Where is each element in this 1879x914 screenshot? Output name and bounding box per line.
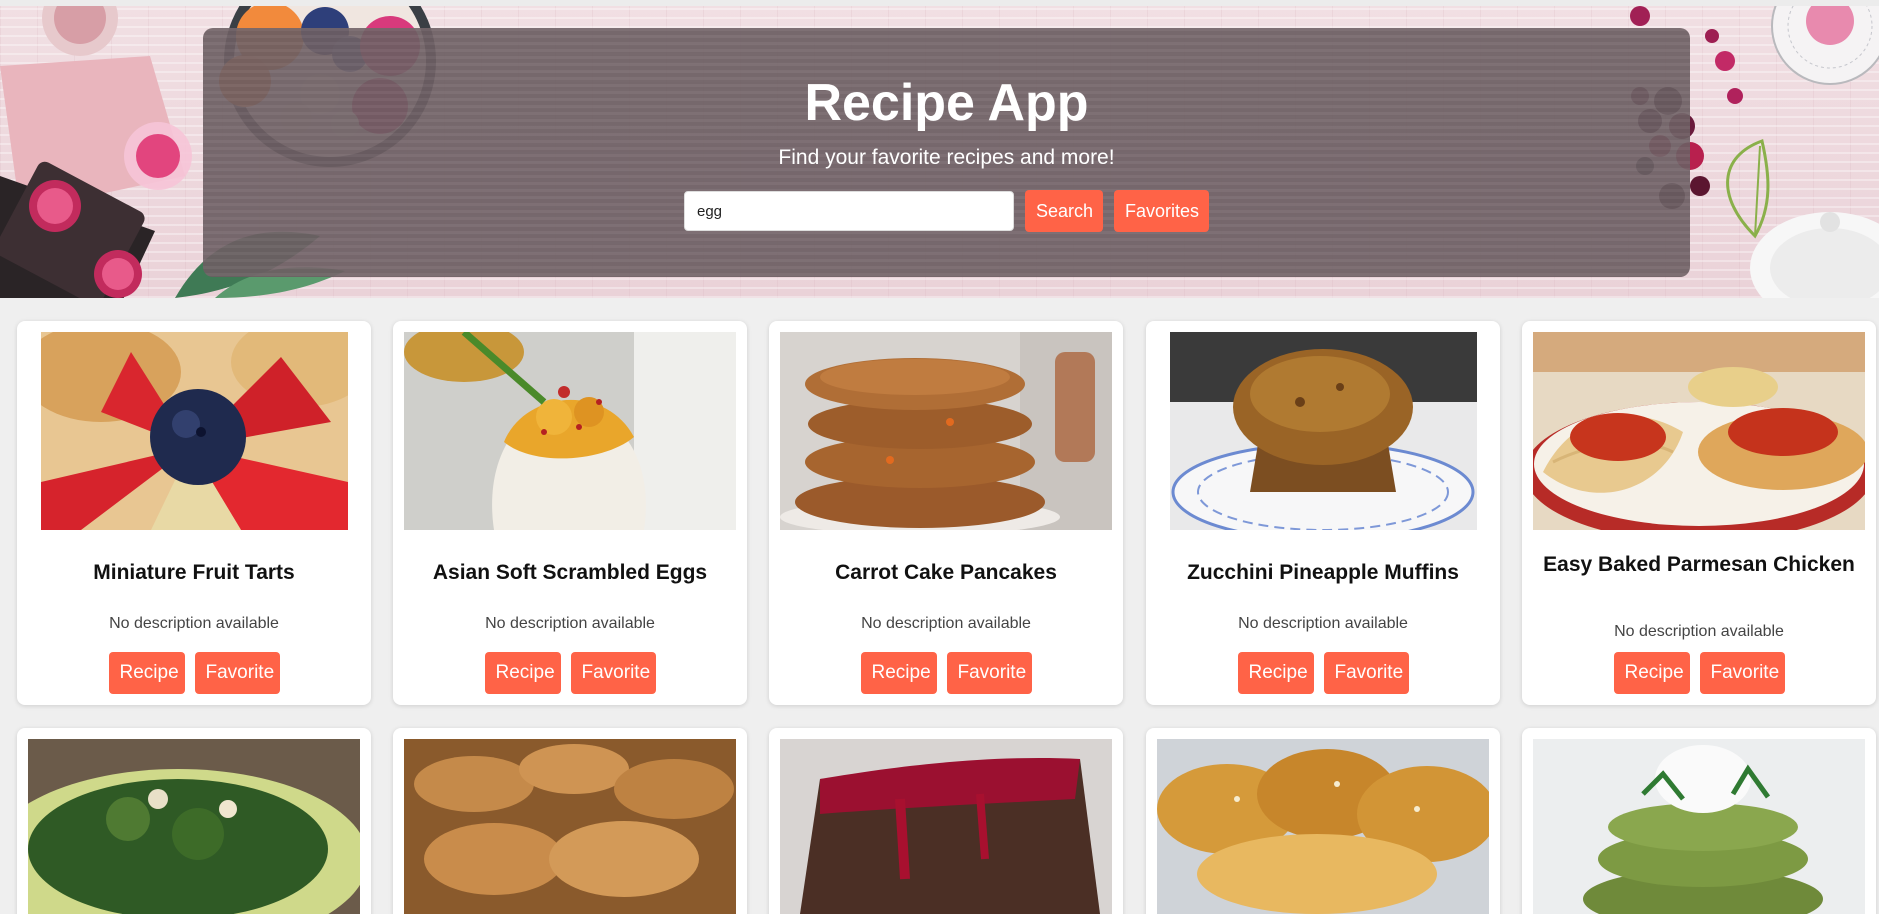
recipe-actions: Recipe Favorite (769, 652, 1123, 694)
recipe-description: No description available (1238, 615, 1408, 632)
recipe-image[interactable] (780, 739, 1112, 914)
recipe-card (393, 728, 747, 914)
recipe-button[interactable]: Recipe (108, 652, 185, 694)
recipe-card: Asian Soft Scrambled Eggs No description… (393, 321, 747, 705)
recipe-image[interactable] (1533, 739, 1865, 914)
recipe-description: No description available (109, 615, 279, 632)
favorite-button[interactable]: Favorite (1323, 652, 1409, 694)
recipe-card: Carrot Cake Pancakes No description avai… (769, 321, 1123, 705)
app-subtitle: Find your favorite recipes and more! (778, 146, 1115, 169)
recipe-card: Zucchini Pineapple Muffins No descriptio… (1146, 321, 1500, 705)
recipe-title: Asian Soft Scrambled Eggs (432, 561, 708, 584)
recipe-actions: Recipe Favorite (1146, 652, 1500, 694)
recipe-button[interactable]: Recipe (1237, 652, 1314, 694)
recipe-button[interactable]: Recipe (1613, 652, 1690, 694)
recipe-image[interactable] (28, 739, 360, 914)
favorite-button[interactable]: Favorite (194, 652, 280, 694)
recipe-image[interactable] (404, 739, 736, 914)
recipe-image-zucchini-muffins[interactable] (1170, 332, 1477, 530)
hero-banner: Recipe App Find your favorite recipes an… (0, 6, 1879, 298)
recipe-card (1146, 728, 1500, 914)
recipe-image-carrot-pancakes[interactable] (780, 332, 1112, 530)
recipe-card: Miniature Fruit Tarts No description ava… (17, 321, 371, 705)
recipe-image-fruit-tarts[interactable] (41, 332, 348, 530)
recipe-image-scrambled-eggs[interactable] (404, 332, 736, 530)
recipe-card: Easy Baked Parmesan Chicken No descripti… (1522, 321, 1876, 705)
search-input[interactable] (684, 191, 1014, 231)
recipe-card (769, 728, 1123, 914)
recipe-title: Zucchini Pineapple Muffins (1187, 561, 1459, 584)
recipe-title: Miniature Fruit Tarts (93, 561, 295, 584)
favorite-button[interactable]: Favorite (1699, 652, 1785, 694)
recipe-description: No description available (861, 615, 1031, 632)
recipe-title: Carrot Cake Pancakes (835, 561, 1057, 584)
recipe-actions: Recipe Favorite (393, 652, 747, 694)
hero-panel: Recipe App Find your favorite recipes an… (203, 28, 1690, 277)
recipe-description: No description available (1614, 623, 1784, 640)
recipe-button[interactable]: Recipe (860, 652, 937, 694)
search-button[interactable]: Search (1025, 190, 1103, 232)
recipe-image[interactable] (1157, 739, 1489, 914)
recipe-image-parmesan-chicken[interactable] (1533, 332, 1865, 530)
favorites-button[interactable]: Favorites (1114, 190, 1209, 232)
search-bar: Search Favorites (684, 190, 1209, 232)
favorite-button[interactable]: Favorite (946, 652, 1032, 694)
recipe-actions: Recipe Favorite (17, 652, 371, 694)
app-title: Recipe App (804, 74, 1089, 132)
recipe-actions: Recipe Favorite (1522, 652, 1876, 694)
recipe-card (1522, 728, 1876, 914)
recipe-card (17, 728, 371, 914)
recipe-description: No description available (485, 615, 655, 632)
recipe-title: Easy Baked Parmesan Chicken (1543, 553, 1855, 576)
recipe-button[interactable]: Recipe (484, 652, 561, 694)
favorite-button[interactable]: Favorite (570, 652, 656, 694)
